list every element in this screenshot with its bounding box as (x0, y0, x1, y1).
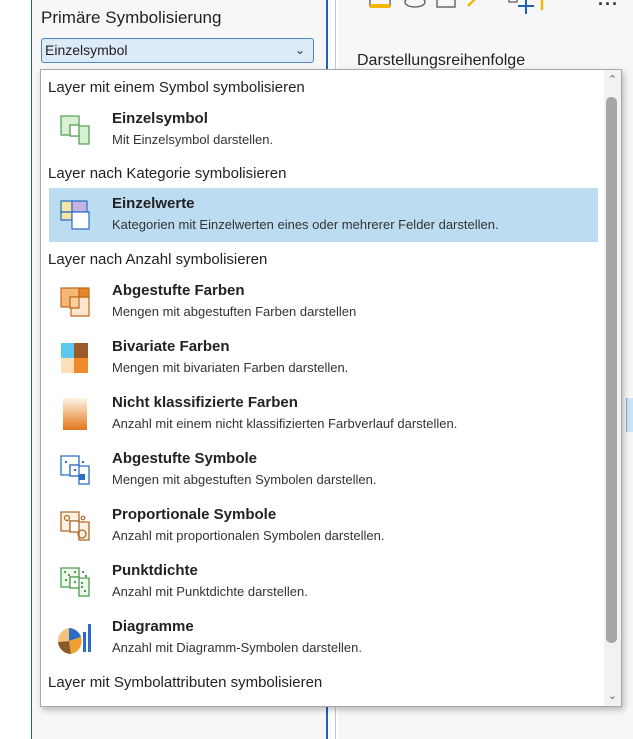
scroll-down-icon[interactable]: ⌄ (604, 686, 621, 706)
list-item-graduated-colors[interactable]: Abgestufte Farben Mengen mit abgestuften… (49, 275, 598, 329)
item-title: Diagramme (112, 618, 194, 635)
item-title: Punktdichte (112, 562, 198, 579)
single-symbol-icon (60, 115, 90, 145)
item-title: Proportionale Symbole (112, 506, 277, 523)
list-item-charts[interactable]: Diagramme Anzahl mit Diagramm-Symbolen d… (49, 611, 598, 665)
dot-density-icon (60, 567, 90, 597)
unique-values-icon (60, 200, 90, 230)
group-title-attributes: Layer mit Symbolattributen symbolisieren (48, 674, 323, 691)
item-description: Anzahl mit einem nicht klassifizierten F… (112, 416, 458, 431)
more-options-icon[interactable]: ··· (598, 0, 619, 15)
list-by-editing-icon[interactable] (464, 0, 484, 12)
item-description: Anzahl mit proportionalen Symbolen darst… (112, 528, 385, 543)
item-description: Mengen mit abgestuften Farben darstellen (112, 304, 357, 319)
list-by-source-icon[interactable] (402, 0, 430, 12)
charts-icon (57, 624, 91, 655)
item-title: Abgestufte Farben (112, 282, 245, 299)
left-strip (0, 0, 32, 739)
item-title: Einzelsymbol (112, 110, 208, 127)
list-item-bivariate-colors[interactable]: Bivariate Farben Mengen mit bivariaten F… (49, 331, 598, 385)
graduated-colors-icon (60, 287, 90, 317)
drawing-order-toolbar (368, 0, 633, 20)
item-description: Mit Einzelsymbol darstellen. (112, 132, 274, 147)
unclassed-colors-icon (63, 398, 87, 430)
graduated-symbols-icon (60, 455, 90, 485)
add-group-icon[interactable] (508, 0, 548, 16)
list-item-single-symbol[interactable]: Einzelsymbol Mit Einzelsymbol darstellen… (49, 103, 598, 157)
item-title: Abgestufte Symbole (112, 450, 258, 467)
list-item-unclassed-colors[interactable]: Nicht klassifizierte Farben Anzahl mit e… (49, 387, 598, 441)
chevron-down-icon: ⌄ (294, 43, 305, 57)
primary-symbology-select[interactable]: Einzelsymbol ⌄ (41, 38, 314, 63)
item-description: Mengen mit abgestuften Symbolen darstell… (112, 472, 377, 487)
item-description: Mengen mit bivariaten Farben darstellen. (112, 360, 349, 375)
list-item-graduated-symbols[interactable]: Abgestufte Symbole Mengen mit abgestufte… (49, 443, 598, 497)
side-tab[interactable] (626, 398, 633, 432)
item-description: Anzahl mit Diagramm-Symbolen darstellen. (112, 640, 362, 655)
item-title: Einzelwerte (112, 195, 195, 212)
bivariate-colors-icon (61, 343, 88, 373)
symbology-dropdown-list[interactable]: Layer mit einem Symbol symbolisieren Ein… (40, 69, 622, 707)
list-by-selection-icon[interactable] (434, 0, 462, 12)
list-by-drawing-order-icon[interactable] (368, 0, 396, 12)
drawing-order-heading: Darstellungsreihenfolge (357, 52, 526, 69)
item-description: Kategorien mit Einzelwerten eines oder m… (112, 217, 499, 232)
scrollbar-thumb[interactable] (606, 97, 617, 643)
group-title-quantity: Layer nach Anzahl symbolisieren (48, 251, 268, 268)
primary-symbology-label: Primäre Symbolisierung (41, 8, 222, 27)
select-value: Einzelsymbol (45, 42, 128, 58)
scroll-up-icon[interactable]: ⌃ (604, 70, 621, 90)
item-title: Bivariate Farben (112, 338, 230, 355)
group-title-category: Layer nach Kategorie symbolisieren (48, 165, 287, 182)
list-item-proportional-symbols[interactable]: Proportionale Symbole Anzahl mit proport… (49, 499, 598, 553)
group-title-single: Layer mit einem Symbol symbolisieren (48, 79, 305, 96)
list-item-dot-density[interactable]: Punktdichte Anzahl mit Punktdichte darst… (49, 555, 598, 609)
item-title: Nicht klassifizierte Farben (112, 394, 298, 411)
item-description: Anzahl mit Punktdichte darstellen. (112, 584, 308, 599)
list-item-unique-values[interactable]: Einzelwerte Kategorien mit Einzelwerten … (49, 188, 598, 242)
proportional-symbols-icon (60, 511, 90, 541)
